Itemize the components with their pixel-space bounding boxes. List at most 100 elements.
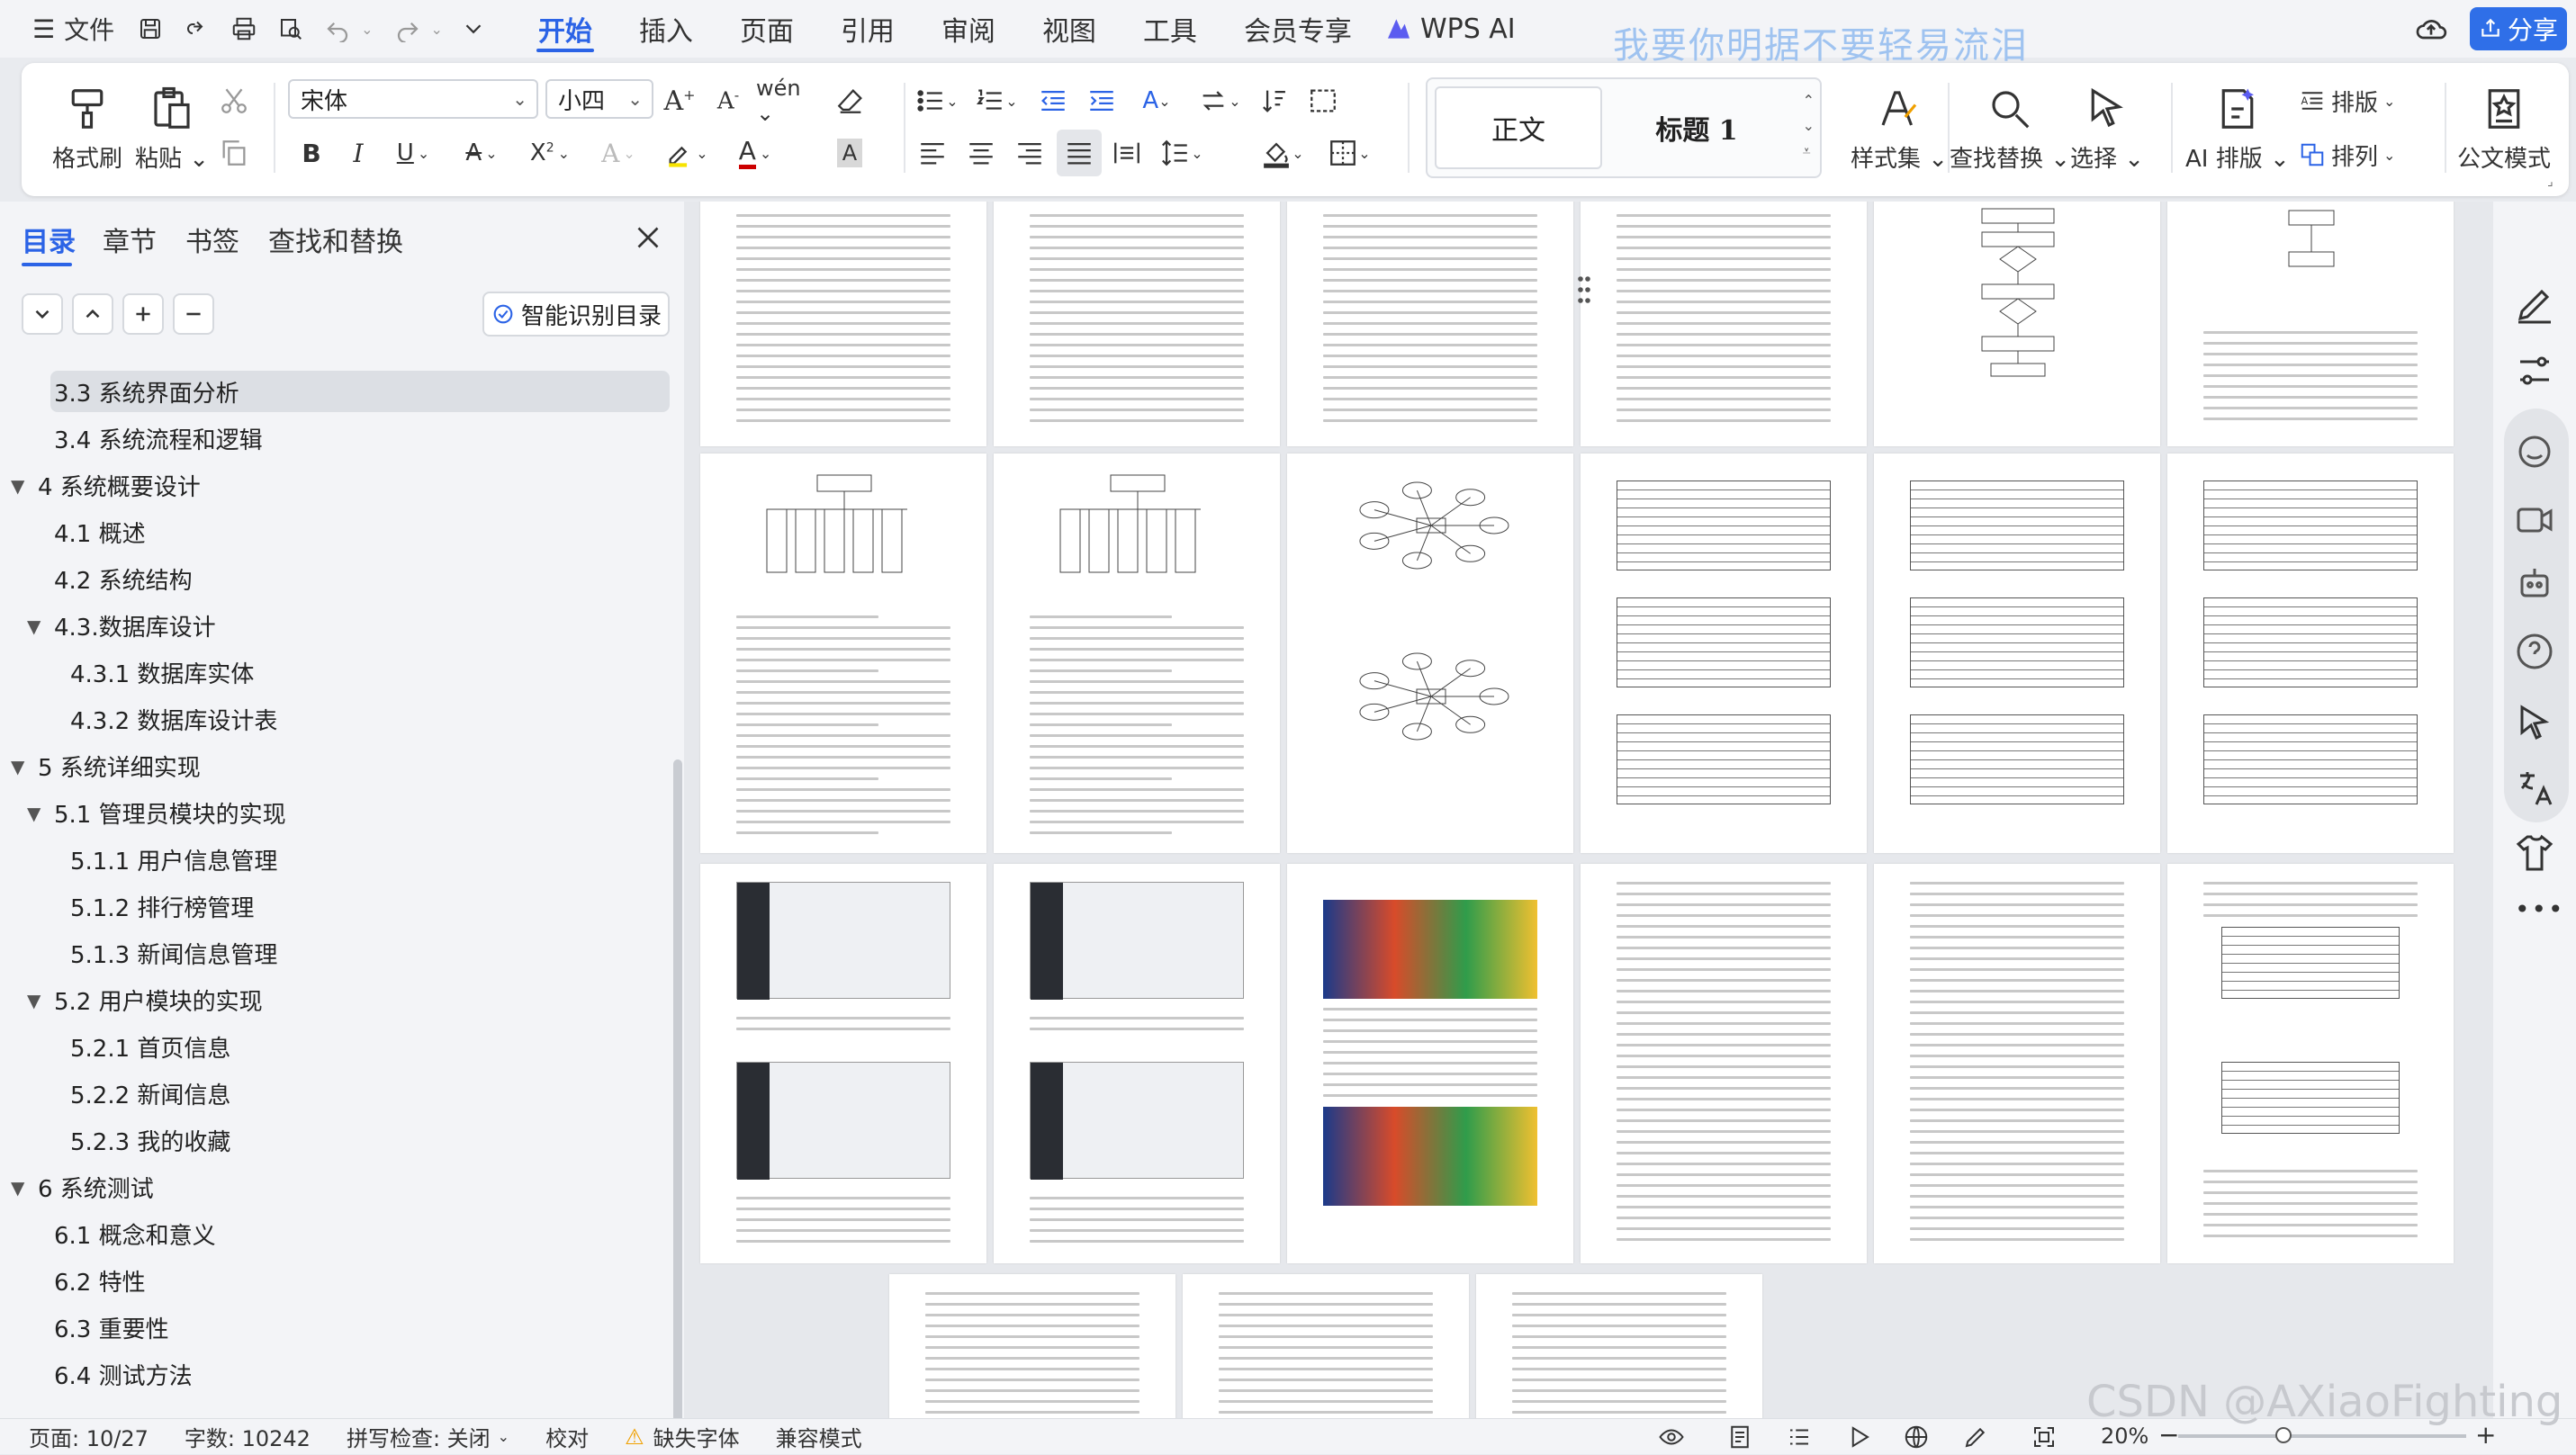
style-heading-1[interactable]: 标题 1 [1613, 86, 1780, 169]
text-effect-icon[interactable]: A ⌄ [590, 133, 646, 173]
page-thumbnail[interactable] [1874, 454, 2160, 853]
numbered-list-icon[interactable]: ⌄ [970, 81, 1022, 121]
expand-arrow-icon[interactable]: ▼ [27, 615, 41, 637]
page-thumbnail[interactable] [1287, 864, 1573, 1263]
toc-item[interactable]: 4.3.数据库设计 [54, 605, 216, 646]
cut-icon[interactable] [214, 81, 254, 121]
theme-icon[interactable] [2513, 430, 2556, 473]
shirt-icon[interactable] [2513, 831, 2556, 875]
print-icon[interactable] [226, 11, 262, 47]
proofread-button[interactable]: 校对 [527, 1419, 607, 1455]
toc-item[interactable]: 5.2.3 我的收藏 [70, 1119, 230, 1161]
bold-icon[interactable]: B [292, 133, 331, 173]
play-icon[interactable] [1845, 1424, 1872, 1451]
nav-tab-bookmarks[interactable]: 书签 [185, 220, 239, 259]
zoom-out-icon[interactable]: − [2158, 1420, 2179, 1450]
strikethrough-icon[interactable]: A ⌄ [454, 133, 509, 173]
tab-insert[interactable]: 插入 [616, 0, 716, 58]
line-spacing-icon[interactable]: ⌄ [1154, 133, 1210, 173]
document-canvas[interactable] [684, 202, 2493, 1418]
toc-item[interactable]: 5.1 管理员模块的实现 [54, 792, 286, 833]
translate-icon[interactable] [2513, 767, 2556, 810]
decrease-indent-icon[interactable] [1033, 81, 1073, 121]
toc-item[interactable]: 5 系统详细实现 [38, 745, 201, 786]
page-thumbnail[interactable] [700, 864, 986, 1263]
remove-heading-button[interactable] [173, 293, 214, 335]
tab-member[interactable]: 会员专享 [1220, 0, 1375, 58]
align-left-icon[interactable] [913, 133, 952, 173]
zoom-slider[interactable] [2178, 1434, 2466, 1438]
toc-item[interactable]: 3.3 系统界面分析 [50, 371, 670, 412]
page-thumbnail[interactable] [700, 202, 986, 446]
tab-references[interactable]: 引用 [817, 0, 918, 58]
page-thumbnail[interactable] [1287, 202, 1573, 446]
line-spacing-swap-icon[interactable]: ⌄ [1193, 81, 1246, 121]
toc-item[interactable]: 4 系统概要设计 [38, 464, 201, 506]
page-thumbnail[interactable] [994, 454, 1280, 853]
find-replace-button[interactable]: 查找替换 ⌄ [1950, 85, 2070, 174]
close-icon[interactable] [632, 221, 664, 254]
tab-tools[interactable]: 工具 [1120, 0, 1220, 58]
expand-up-button[interactable] [72, 293, 113, 335]
bullet-list-icon[interactable]: ⌄ [911, 81, 963, 121]
share-button[interactable]: 分享 [2470, 7, 2567, 50]
expand-arrow-icon[interactable]: ▼ [11, 1177, 24, 1199]
format-painter-button[interactable]: 格式刷 [52, 85, 122, 174]
page-thumbnail[interactable] [1183, 1274, 1469, 1418]
undo-icon[interactable] [320, 11, 356, 47]
increase-indent-icon[interactable] [1082, 81, 1121, 121]
page-thumbnail[interactable] [2167, 454, 2454, 853]
superscript-icon[interactable]: X2 ⌄ [522, 133, 578, 173]
page-thumbnail[interactable] [2167, 864, 2454, 1263]
nav-scrollbar[interactable] [673, 759, 682, 1452]
text-direction-icon[interactable]: A ⌄ [1130, 81, 1183, 121]
redo-icon[interactable] [390, 11, 426, 47]
toc-item[interactable]: 6.3 重要性 [54, 1307, 169, 1348]
word-count[interactable]: 字数: 10242 [167, 1419, 329, 1455]
save-icon[interactable] [132, 11, 168, 47]
expand-arrow-icon[interactable]: ▼ [27, 803, 41, 824]
toc-item[interactable]: 5.2.2 新闻信息 [70, 1073, 230, 1114]
page-thumbnail[interactable] [994, 864, 1280, 1263]
nav-tab-toc[interactable]: 目录 [22, 220, 76, 259]
char-shading-icon[interactable]: A [830, 133, 869, 173]
tab-home[interactable]: 开始 [515, 0, 616, 58]
grow-font-icon[interactable]: A+ [659, 81, 700, 121]
eye-protect-icon[interactable] [1658, 1424, 1685, 1451]
page-indicator[interactable]: 页面: 10/27 [0, 1419, 167, 1455]
page-thumbnail[interactable] [1874, 202, 2160, 446]
pointer-icon[interactable] [2513, 702, 2556, 745]
align-right-icon[interactable] [1010, 133, 1049, 173]
shading-icon[interactable]: ⌄ [1255, 133, 1311, 173]
expand-arrow-icon[interactable]: ▼ [27, 990, 41, 1011]
toc-item[interactable]: 5.1.1 用户信息管理 [70, 839, 277, 880]
sort-icon[interactable] [1256, 81, 1296, 121]
file-menu[interactable]: ☰ 文件 [0, 0, 127, 58]
page-view-icon[interactable] [1726, 1424, 1753, 1451]
page-thumbnail[interactable] [700, 454, 986, 853]
add-heading-button[interactable] [122, 293, 164, 335]
show-marks-icon[interactable] [1303, 81, 1343, 121]
justify-icon[interactable] [1057, 130, 1102, 176]
collapse-all-button[interactable] [22, 293, 63, 335]
clear-format-icon[interactable] [830, 81, 871, 121]
page-thumbnail[interactable] [1581, 202, 1867, 446]
adjust-icon[interactable] [2513, 349, 2556, 392]
zoom-in-icon[interactable]: + [2475, 1420, 2496, 1450]
select-button[interactable]: 选择 ⌄ [2070, 85, 2144, 174]
nav-tab-chapters[interactable]: 章节 [103, 220, 157, 259]
page-thumbnail[interactable] [1476, 1274, 1762, 1418]
distribute-icon[interactable] [1107, 133, 1147, 173]
more-icon[interactable]: ••• [2515, 894, 2565, 924]
copy-icon[interactable] [214, 133, 254, 173]
toc-item[interactable]: 5.1.2 排行榜管理 [70, 885, 254, 927]
dialog-launcher-icon[interactable]: ⌟ [2547, 175, 2553, 189]
toc-item[interactable]: 4.1 概述 [54, 511, 146, 552]
expand-arrow-icon[interactable]: ▼ [11, 756, 24, 777]
toc-item[interactable]: 6.1 概念和意义 [54, 1213, 216, 1254]
toc-item[interactable]: 4.3.1 数据库实体 [70, 651, 254, 693]
web-view-icon[interactable] [1903, 1424, 1930, 1451]
italic-icon[interactable]: I [338, 133, 378, 173]
align-center-icon[interactable] [961, 133, 1001, 173]
phonetic-guide-icon[interactable]: wén ⌄ [756, 76, 821, 126]
